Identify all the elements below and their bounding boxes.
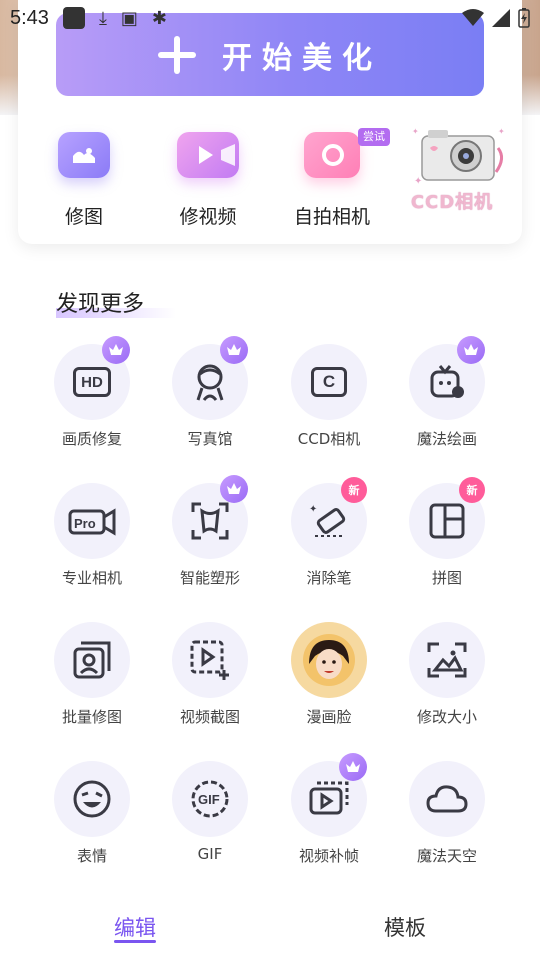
tool-collage[interactable]: 新 拼图 <box>387 473 507 588</box>
batch-edit-icon <box>73 641 111 679</box>
quick-actions: 修图 修视频 自拍相机 尝试 ✦ ✦ ✦ CCD相机 <box>18 118 522 228</box>
signal-icon <box>492 9 510 27</box>
crown-badge <box>102 336 130 364</box>
tab-edit[interactable]: 编辑 <box>114 912 156 942</box>
tool-label: 修改大小 <box>416 708 477 726</box>
tool-label: 视频补帧 <box>298 847 359 865</box>
crown-badge <box>220 475 248 503</box>
wifi-icon <box>462 9 484 26</box>
bug-icon: ✱ <box>151 7 168 29</box>
quick-action-photo-edit[interactable]: 修图 <box>24 118 144 229</box>
video-screenshot-icon <box>190 640 229 680</box>
plus-icon <box>158 35 196 74</box>
tool-gif[interactable]: GIF GIF <box>150 751 270 863</box>
collage-icon <box>429 503 465 539</box>
hd-icon: HD <box>73 367 111 397</box>
battery-icon <box>518 8 530 28</box>
tool-label: 消除笔 <box>306 569 352 587</box>
status-time: 5:43 <box>10 6 49 29</box>
status-bar: 5:43 ⤓ ▣ ✱ <box>0 0 540 36</box>
tool-label: 写真馆 <box>187 430 233 448</box>
new-badge: 新 <box>459 477 485 503</box>
svg-text:✦: ✦ <box>309 504 317 515</box>
notification-icons: ⤓ ▣ ✱ <box>62 7 168 29</box>
quick-action-video-edit[interactable]: 修视频 <box>148 118 268 229</box>
tool-label: 魔法绘画 <box>416 430 477 448</box>
tool-label: 魔法天空 <box>416 847 477 865</box>
svg-text:GIF: GIF <box>198 792 220 807</box>
tool-image-quality-repair[interactable]: HD 画质修复 <box>32 334 152 449</box>
svg-text:Pro: Pro <box>74 516 96 531</box>
tool-label: GIF <box>197 845 223 863</box>
selfie-camera-icon <box>304 132 360 178</box>
tool-label: 表情 <box>76 847 107 865</box>
portrait-studio-icon <box>196 364 224 401</box>
tool-label: 专业相机 <box>61 569 122 587</box>
magic-sky-icon <box>426 785 468 813</box>
tool-ccd-camera[interactable]: C CCD相机 <box>269 334 389 449</box>
quick-action-ccd-camera[interactable]: ✦ ✦ ✦ CCD相机 <box>410 126 510 216</box>
resize-icon <box>427 642 467 678</box>
ccd-camera-label: CCD相机 <box>410 192 494 213</box>
tool-label: 视频截图 <box>179 708 240 726</box>
crown-badge <box>457 336 485 364</box>
tool-pro-camera[interactable]: Pro 专业相机 <box>32 473 152 588</box>
frame-interpolation-icon <box>309 781 349 815</box>
active-tab-indicator <box>114 940 156 943</box>
tool-portrait-studio[interactable]: 写真馆 <box>150 334 270 449</box>
tool-label: 拼图 <box>431 569 462 587</box>
tool-label: CCD相机 <box>297 430 361 448</box>
svg-text:✦: ✦ <box>498 127 505 136</box>
tool-magic-painting[interactable]: 魔法绘画 <box>387 334 507 449</box>
download-icon: ⤓ <box>98 7 107 29</box>
quick-action-label: 自拍相机 <box>293 206 370 228</box>
tool-label: 漫画脸 <box>306 708 352 726</box>
emoji-icon <box>73 780 111 818</box>
tool-batch-edit[interactable]: 批量修图 <box>32 612 152 727</box>
crown-badge <box>220 336 248 364</box>
tool-label: 智能塑形 <box>179 569 240 587</box>
eraser-icon: ✦ <box>309 504 346 537</box>
system-icons <box>462 8 530 28</box>
body-shape-icon <box>191 502 229 540</box>
crown-badge <box>339 753 367 781</box>
gif-icon: GIF <box>191 780 229 818</box>
main-card: 开始美化 修图 修视频 自拍相机 尝试 ✦ ✦ ✦ CCD相机 <box>18 0 522 244</box>
tool-emoji[interactable]: 表情 <box>32 751 152 866</box>
new-badge: 新 <box>341 477 367 503</box>
photo-edit-icon <box>58 132 110 178</box>
svg-text:✦: ✦ <box>414 176 422 187</box>
tool-video-screenshot[interactable]: 视频截图 <box>150 612 270 727</box>
tool-resize[interactable]: 修改大小 <box>387 612 507 727</box>
ccd-camera-icon: C <box>311 367 347 397</box>
comic-face-avatar <box>303 634 355 686</box>
tool-label: 画质修复 <box>61 430 122 448</box>
svg-text:✦: ✦ <box>412 127 419 136</box>
quick-action-label: 修视频 <box>179 206 237 228</box>
tool-video-frame-interpolation[interactable]: 视频补帧 <box>269 751 389 866</box>
tool-comic-face[interactable]: 漫画脸 <box>269 612 389 727</box>
tab-templates[interactable]: 模板 <box>384 912 426 942</box>
tool-magic-sky[interactable]: 魔法天空 <box>387 751 507 866</box>
quick-action-label: 修图 <box>64 206 103 228</box>
tool-eraser-pen[interactable]: ✦ 新 消除笔 <box>269 473 389 588</box>
ccd-camera-illustration: ✦ ✦ ✦ <box>412 127 505 187</box>
text-icon: ▣ <box>120 7 138 29</box>
bottom-nav: 编辑 模板 <box>0 890 540 960</box>
tool-label: 批量修图 <box>61 708 122 726</box>
try-badge: 尝试 <box>358 128 390 146</box>
section-title: 发现更多 <box>56 292 145 317</box>
video-edit-icon <box>177 132 239 178</box>
pro-camera-icon: Pro <box>68 508 116 536</box>
app-notification-icon <box>62 7 85 29</box>
tool-smart-body-shape[interactable]: 智能塑形 <box>150 473 270 588</box>
magic-paint-icon <box>430 365 464 398</box>
start-beautify-label: 开始美化 <box>222 40 382 76</box>
